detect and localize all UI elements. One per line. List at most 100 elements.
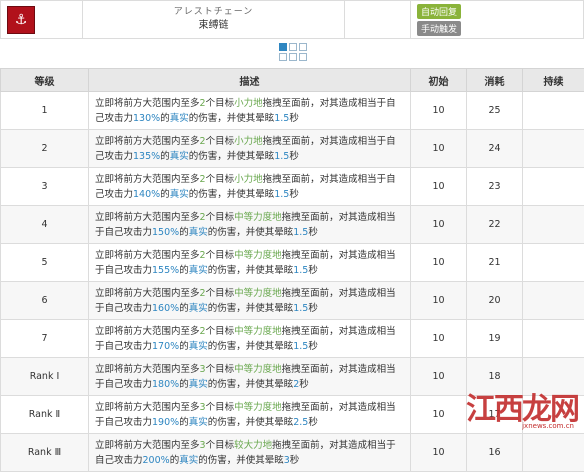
desc-text: 的伤害，并使其晕眩 xyxy=(189,113,275,124)
header-cost: 消耗 xyxy=(467,69,523,92)
level-cell: 3 xyxy=(1,168,89,206)
desc-text: 立即将前方大范围内至多 xyxy=(95,250,200,261)
level-cell: 6 xyxy=(1,282,89,320)
pull-force: 中等力度地 xyxy=(234,364,282,375)
desc-text: 秒 xyxy=(289,151,299,162)
desc-text: 立即将前方大范围内至多 xyxy=(95,212,200,223)
auto-recovery-tag: 自动回复 xyxy=(417,4,461,19)
desc-text: 立即将前方大范围内至多 xyxy=(95,136,200,147)
desc-text: 的 xyxy=(179,265,189,276)
pull-force: 小力地 xyxy=(234,136,263,147)
desc-text: 的 xyxy=(170,455,180,466)
table-row: 1立即将前方大范围内至多2个目标小力地拖拽至面前，对其造成相当于自己攻击力130… xyxy=(1,92,584,130)
attack-percent: 160% xyxy=(152,303,179,314)
damage-type: 真实 xyxy=(189,341,208,352)
pull-force: 较大力地 xyxy=(234,440,272,451)
damage-type: 真实 xyxy=(189,265,208,276)
level-cell: Rank Ⅲ xyxy=(1,434,89,472)
desc-text: 的伤害，并使其晕眩 xyxy=(208,227,294,238)
duration-cell xyxy=(523,434,584,472)
pager-cell-3[interactable] xyxy=(299,43,307,51)
initial-cell: 10 xyxy=(411,358,467,396)
pull-force: 中等力度地 xyxy=(234,250,282,261)
pull-force: 中等力度地 xyxy=(234,288,282,299)
table-row: 3立即将前方大范围内至多2个目标小力地拖拽至面前，对其造成相当于自己攻击力140… xyxy=(1,168,584,206)
manual-trigger-tag: 手动触发 xyxy=(417,21,461,36)
pull-force: 中等力度地 xyxy=(234,326,282,337)
level-cell: 4 xyxy=(1,206,89,244)
table-row: 6立即将前方大范围内至多2个目标中等力度地拖拽至面前，对其造成相当于自己攻击力1… xyxy=(1,282,584,320)
duration-cell xyxy=(523,92,584,130)
stun-duration: 1.5 xyxy=(274,113,289,124)
level-cell: 2 xyxy=(1,130,89,168)
level-cell: 5 xyxy=(1,244,89,282)
desc-text: 秒 xyxy=(308,265,318,276)
desc-text: 的 xyxy=(160,113,170,124)
desc-text: 秒 xyxy=(299,379,309,390)
level-pager[interactable] xyxy=(279,43,307,61)
attack-percent: 170% xyxy=(152,341,179,352)
initial-cell: 10 xyxy=(411,320,467,358)
damage-type: 真实 xyxy=(179,455,198,466)
cost-cell: 25 xyxy=(467,92,523,130)
desc-text: 立即将前方大范围内至多 xyxy=(95,98,200,109)
pager-cell-6[interactable] xyxy=(299,53,307,61)
level-cell: 1 xyxy=(1,92,89,130)
initial-cell: 10 xyxy=(411,434,467,472)
skill-icon-cell: ⚓ xyxy=(1,1,83,38)
desc-text: 的伤害，并使其晕眩 xyxy=(208,265,294,276)
duration-cell xyxy=(523,168,584,206)
attack-percent: 135% xyxy=(133,151,160,162)
attack-percent: 130% xyxy=(133,113,160,124)
description-cell: 立即将前方大范围内至多2个目标小力地拖拽至面前，对其造成相当于自己攻击力130%… xyxy=(89,92,411,130)
stun-duration: 2.5 xyxy=(293,417,308,428)
desc-text: 的 xyxy=(179,417,189,428)
attack-percent: 190% xyxy=(152,417,179,428)
damage-type: 真实 xyxy=(189,417,208,428)
desc-text: 秒 xyxy=(289,189,299,200)
desc-text: 的 xyxy=(179,379,189,390)
desc-text: 的 xyxy=(160,189,170,200)
desc-text: 个目标 xyxy=(206,288,235,299)
cost-cell: 19 xyxy=(467,320,523,358)
desc-text: 的 xyxy=(179,303,189,314)
attack-percent: 150% xyxy=(152,227,179,238)
damage-type: 真实 xyxy=(189,227,208,238)
desc-text: 的伤害，并使其晕眩 xyxy=(189,151,275,162)
desc-text: 个目标 xyxy=(206,98,235,109)
stun-duration: 1.5 xyxy=(293,227,308,238)
desc-text: 秒 xyxy=(308,303,318,314)
desc-text: 秒 xyxy=(308,417,318,428)
chain-skill-icon: ⚓ xyxy=(7,6,35,34)
level-cell: Rank Ⅰ xyxy=(1,358,89,396)
description-cell: 立即将前方大范围内至多3个目标中等力度地拖拽至面前，对其造成相当于自己攻击力19… xyxy=(89,396,411,434)
desc-text: 个目标 xyxy=(206,326,235,337)
table-row: 4立即将前方大范围内至多2个目标中等力度地拖拽至面前，对其造成相当于自己攻击力1… xyxy=(1,206,584,244)
initial-cell: 10 xyxy=(411,92,467,130)
pager-cell-1[interactable] xyxy=(279,43,287,51)
pull-force: 小力地 xyxy=(234,174,263,185)
duration-cell xyxy=(523,244,584,282)
description-cell: 立即将前方大范围内至多2个目标小力地拖拽至面前，对其造成相当于自己攻击力140%… xyxy=(89,168,411,206)
desc-text: 的伤害，并使其晕眩 xyxy=(208,417,294,428)
pager-cell-5[interactable] xyxy=(289,53,297,61)
desc-text: 的伤害，并使其晕眩 xyxy=(189,189,275,200)
initial-cell: 10 xyxy=(411,396,467,434)
attack-percent: 155% xyxy=(152,265,179,276)
desc-text: 个目标 xyxy=(206,136,235,147)
pager-cell-4[interactable] xyxy=(279,53,287,61)
desc-text: 立即将前方大范围内至多 xyxy=(95,440,200,451)
desc-text: 秒 xyxy=(308,227,318,238)
initial-cell: 10 xyxy=(411,244,467,282)
pull-force: 小力地 xyxy=(234,98,263,109)
damage-type: 真实 xyxy=(170,151,189,162)
initial-cell: 10 xyxy=(411,206,467,244)
pager-cell-2[interactable] xyxy=(289,43,297,51)
stun-duration: 1.5 xyxy=(293,303,308,314)
desc-text: 的 xyxy=(179,341,189,352)
header-level: 等级 xyxy=(1,69,89,92)
skill-name-cell: アレストチェーン 束缚链 xyxy=(83,1,345,38)
desc-text: 的伤害，并使其晕眩 xyxy=(208,303,294,314)
damage-type: 真实 xyxy=(189,379,208,390)
desc-text: 的伤害，并使其晕眩 xyxy=(198,455,284,466)
